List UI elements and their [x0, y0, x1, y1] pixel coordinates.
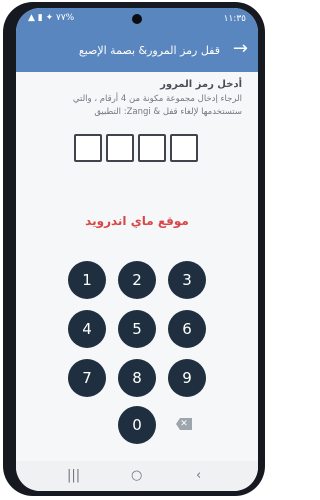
screen: ▲ ▮ ✦ ٧٧% ١١:٣٥ → قفل رمز المرور& بصمة ا…: [16, 8, 258, 491]
home-icon[interactable]: ○: [131, 468, 142, 483]
key-0[interactable]: 0: [118, 406, 156, 444]
front-camera: [132, 14, 142, 24]
toolbar: → قفل رمز المرور& بصمة الإصبع: [16, 30, 258, 72]
pin-input-row[interactable]: [74, 134, 200, 164]
key-9[interactable]: 9: [168, 359, 206, 397]
status-time: ١١:٣٥: [223, 14, 246, 24]
key-7[interactable]: 7: [68, 359, 106, 397]
pin-digit-box[interactable]: [106, 134, 134, 162]
status-icons: ▲ ▮ ✦ ٧٧%: [28, 13, 75, 23]
key-1[interactable]: 1: [68, 261, 106, 299]
key-8[interactable]: 8: [118, 359, 156, 397]
pin-digit-box[interactable]: [138, 134, 166, 162]
key-2[interactable]: 2: [118, 261, 156, 299]
key-4[interactable]: 4: [68, 310, 106, 348]
pin-digit-box[interactable]: [74, 134, 102, 162]
pin-digit-box[interactable]: [170, 134, 198, 162]
backspace-icon[interactable]: ✕: [176, 418, 192, 430]
phone-frame: ▲ ▮ ✦ ٧٧% ١١:٣٥ → قفل رمز المرور& بصمة ا…: [3, 2, 265, 496]
passcode-instructions: الرجاء إدخال مجموعة مكونة من 4 أرقام ، و…: [72, 94, 242, 117]
key-6[interactable]: 6: [168, 310, 206, 348]
arrow-right-icon[interactable]: →: [233, 38, 248, 59]
back-nav-icon[interactable]: ‹: [196, 468, 201, 483]
passcode-heading: أدخل رمز المرور: [160, 79, 242, 90]
toolbar-title: قفل رمز المرور& بصمة الإصبع: [78, 44, 220, 57]
recents-icon[interactable]: |||: [67, 468, 80, 483]
key-3[interactable]: 3: [168, 261, 206, 299]
navigation-bar: ||| ○ ‹: [16, 461, 258, 491]
watermark-text: موقع ماي اندرويد: [85, 214, 189, 228]
key-5[interactable]: 5: [118, 310, 156, 348]
